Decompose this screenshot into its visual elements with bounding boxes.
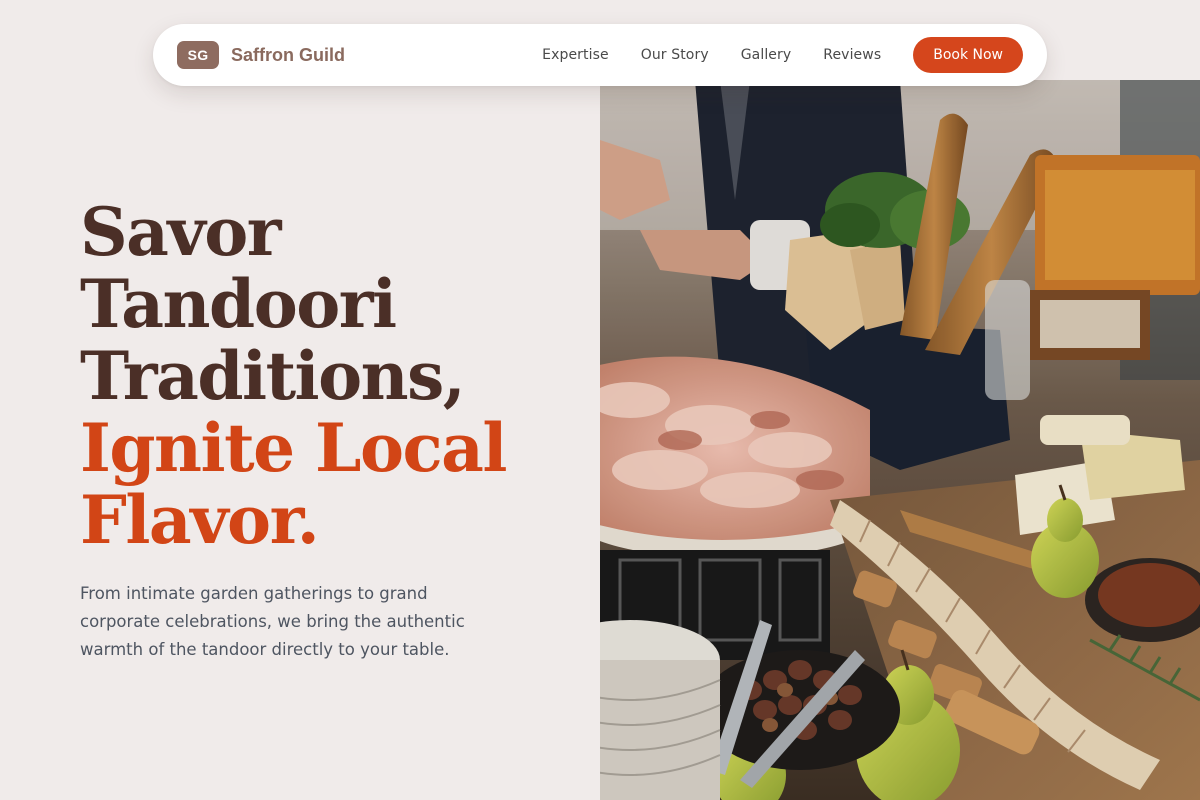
hero-image [600,80,1200,800]
hero-headline: Savor Tandoori Traditions, Ignite Local … [80,196,580,556]
book-now-button[interactable]: Book Now [913,37,1023,73]
headline-accent-line-2: Flavor. [80,481,320,559]
nav-link-our-story[interactable]: Our Story [641,47,709,63]
headline-line-2: Tandoori [80,265,397,343]
headline-line-1: Savor [80,193,282,271]
headline-line-3: Traditions, [80,337,466,415]
catering-spread-illustration [600,80,1200,800]
nav-link-gallery[interactable]: Gallery [741,47,792,63]
hero-subtext: From intimate garden gatherings to grand… [80,584,465,659]
brand-name[interactable]: Saffron Guild [231,45,345,66]
nav-link-reviews[interactable]: Reviews [823,47,881,63]
headline-accent-line-1: Ignite Local [80,409,508,487]
nav-links: Expertise Our Story Gallery Reviews [542,47,881,63]
logo-badge[interactable]: SG [177,41,219,69]
nav-link-expertise[interactable]: Expertise [542,47,609,63]
top-nav: SG Saffron Guild Expertise Our Story Gal… [153,24,1047,86]
